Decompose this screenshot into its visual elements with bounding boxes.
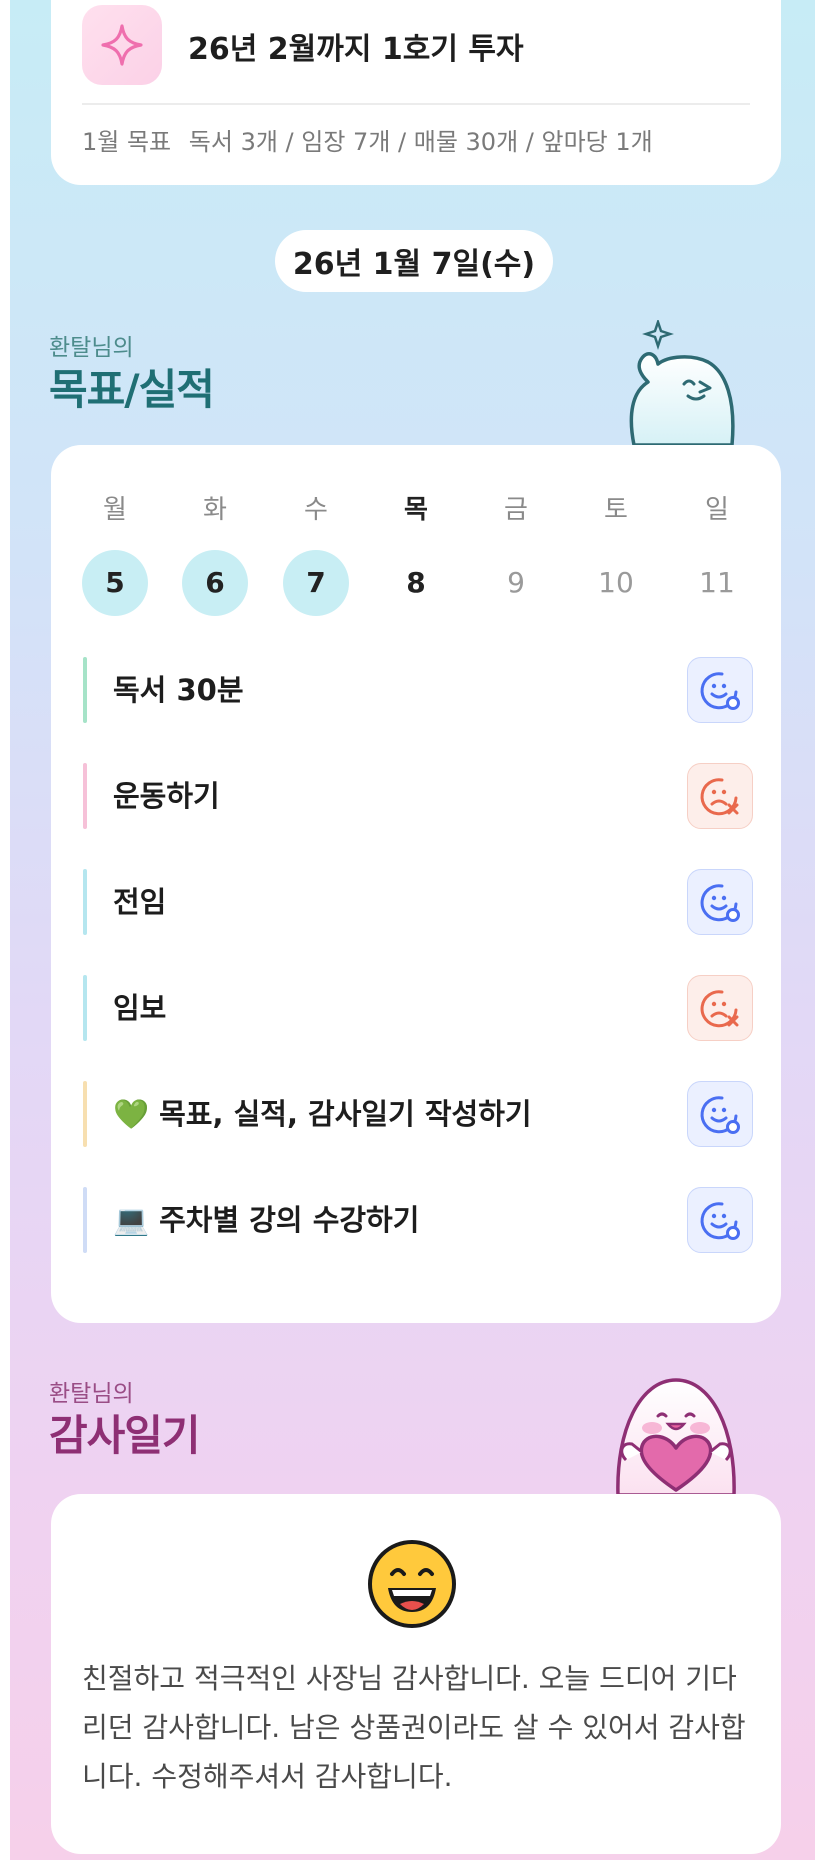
goal-section-title: 목표/실적 (49, 365, 215, 414)
weekday-label: 화 (203, 495, 227, 525)
sad-x-icon[interactable] (687, 975, 753, 1041)
weekday-label-today: 목 (404, 495, 428, 525)
task-color-bar (83, 1187, 87, 1253)
right-edge (815, 0, 827, 1860)
smile-check-icon[interactable] (687, 1081, 753, 1147)
task-item[interactable]: 💻 주차별 강의 수강하기 (83, 1187, 753, 1253)
mascot-heart-illustration (616, 1378, 736, 1495)
current-date-pill[interactable]: 26년 1월 7일(수) (275, 230, 553, 292)
monthly-goal: 1월 목표 독서 3개 / 임장 7개 / 매물 30개 / 앞마당 1개 (82, 122, 653, 157)
date-button-today[interactable]: 8 (383, 550, 449, 616)
weekday-label: 일 (705, 495, 729, 525)
thanks-diary-text: 친절하고 적극적인 사장님 감사합니다. 오늘 드디어 기다리던 감사합니다. … (82, 1662, 746, 1793)
task-color-bar (83, 869, 87, 935)
date-button-future[interactable]: 9 (483, 550, 549, 616)
mascot-waving-illustration (629, 320, 735, 445)
monthly-goal-label: 1월 목표 (82, 128, 172, 156)
task-label: 💚 목표, 실적, 감사일기 작성하기 (113, 1097, 532, 1131)
date-button-done[interactable]: 6 (182, 550, 248, 616)
task-color-bar (83, 975, 87, 1041)
date-button-future[interactable]: 11 (684, 550, 750, 616)
smile-check-icon[interactable] (687, 1187, 753, 1253)
date-button-done[interactable]: 5 (82, 550, 148, 616)
task-color-bar (83, 1081, 87, 1147)
left-edge (0, 0, 10, 1860)
task-item[interactable]: 운동하기 (83, 763, 753, 829)
task-color-bar (83, 657, 87, 723)
task-item[interactable]: 독서 30분 (83, 657, 753, 723)
weekday-label: 월 (103, 495, 127, 525)
task-item[interactable]: 💚 목표, 실적, 감사일기 작성하기 (83, 1081, 753, 1147)
sad-x-icon[interactable] (687, 763, 753, 829)
goal-performance-card: 월 화 수 목 금 토 일 5 6 7 8 9 10 11 독서 30분 운동하… (51, 445, 781, 1323)
weekday-label: 금 (504, 495, 528, 525)
green-heart-icon: 💚 (113, 1097, 150, 1131)
task-label: 독서 30분 (113, 673, 244, 707)
app-screen: 26년 2월까지 1호기 투자 1월 목표 독서 3개 / 임장 7개 / 매물… (0, 0, 827, 1860)
task-label: 운동하기 (113, 779, 220, 813)
weekday-header-row: 월 화 수 목 금 토 일 (51, 490, 781, 530)
weekday-label: 수 (304, 495, 328, 525)
smile-check-icon[interactable] (687, 869, 753, 935)
sparkle-icon (82, 5, 162, 85)
date-button-done[interactable]: 7 (283, 550, 349, 616)
week-date-row: 5 6 7 8 9 10 11 (51, 550, 781, 616)
thanks-section-title: 감사일기 (49, 1411, 201, 1460)
monthly-goal-text: 독서 3개 / 임장 7개 / 매물 30개 / 앞마당 1개 (188, 128, 653, 156)
smile-check-icon[interactable] (687, 657, 753, 723)
laptop-icon: 💻 (113, 1203, 150, 1237)
long-term-goal-card[interactable]: 26년 2월까지 1호기 투자 1월 목표 독서 3개 / 임장 7개 / 매물… (51, 0, 781, 185)
task-item[interactable]: 전임 (83, 869, 753, 935)
thanks-diary-card[interactable]: 친절하고 적극적인 사장님 감사합니다. 오늘 드디어 기다리던 감사합니다. … (51, 1494, 781, 1854)
task-item[interactable]: 임보 (83, 975, 753, 1041)
long-term-goal-title: 26년 2월까지 1호기 투자 (188, 32, 524, 67)
divider (82, 103, 750, 105)
task-color-bar (83, 763, 87, 829)
grinning-face-icon (368, 1540, 456, 1628)
task-label: 임보 (113, 991, 167, 1025)
task-label: 전임 (113, 885, 167, 919)
task-label: 💻 주차별 강의 수강하기 (113, 1203, 420, 1237)
date-button-future[interactable]: 10 (583, 550, 649, 616)
weekday-label: 토 (604, 495, 628, 525)
